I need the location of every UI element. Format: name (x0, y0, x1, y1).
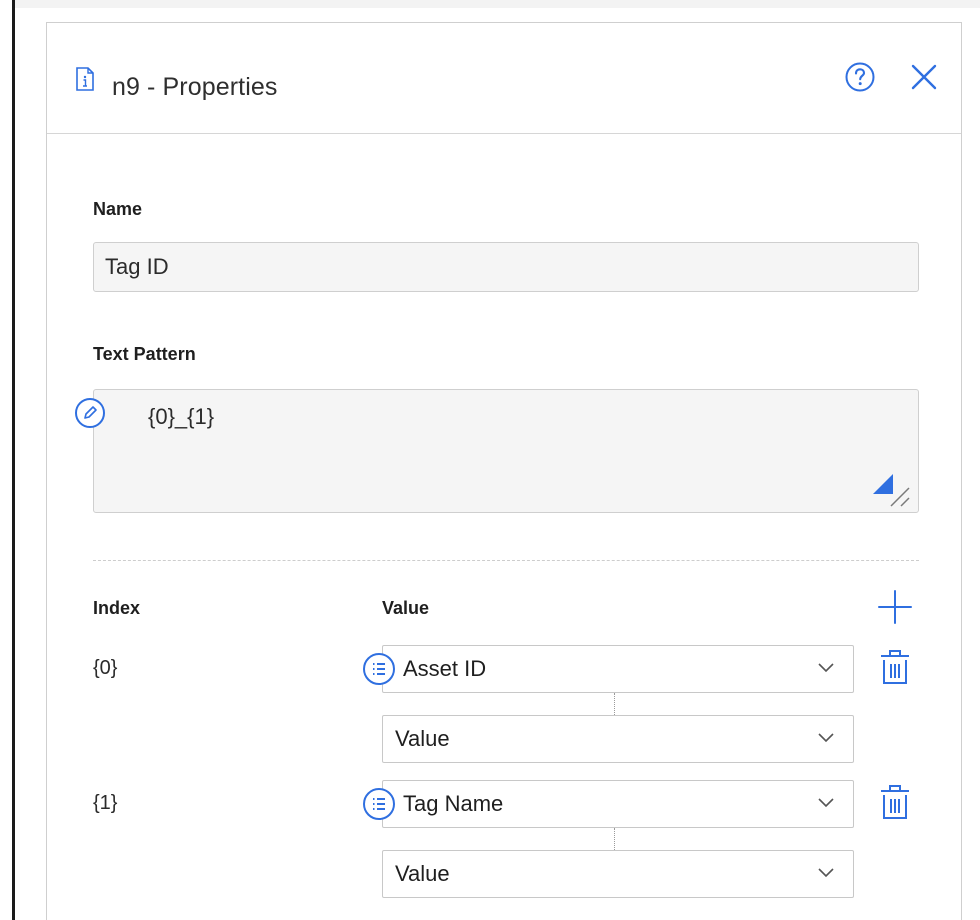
name-input[interactable] (93, 242, 919, 292)
panel-title: n9 - Properties (112, 73, 278, 101)
value-column-header: Value (382, 598, 430, 618)
help-circle-icon[interactable] (844, 61, 876, 93)
subfield-select[interactable]: Value (382, 850, 854, 898)
window-top-bar (15, 0, 980, 8)
row-connector (614, 828, 615, 850)
field-select-value: Tag Name (403, 791, 504, 816)
subfield-select-value: Value (395, 726, 450, 751)
section-divider (93, 560, 919, 561)
subfield-select[interactable]: Value (382, 715, 854, 763)
text-pattern-label: Text Pattern (93, 344, 196, 364)
close-icon[interactable] (908, 61, 940, 93)
subfield-select-value: Value (395, 861, 450, 886)
chevron-down-icon (818, 733, 834, 743)
field-select-value: Asset ID (403, 656, 487, 681)
list-circle-icon[interactable] (362, 787, 396, 821)
properties-panel: n9 - Properties Name Text Pattern {0}_{1… (46, 22, 962, 920)
text-pattern-textarea[interactable] (93, 389, 919, 513)
field-select[interactable]: Asset ID (382, 645, 854, 693)
trash-icon[interactable] (875, 781, 915, 823)
trash-icon[interactable] (875, 646, 915, 688)
window-left-border (12, 0, 15, 920)
resize-handle-icon[interactable] (869, 470, 913, 510)
index-column-header: Index (93, 598, 141, 618)
name-label: Name (93, 199, 143, 219)
text-pattern-value: {0}_{1} (148, 404, 215, 429)
document-info-icon (76, 67, 94, 91)
mapping-index: {1} (93, 792, 118, 814)
chevron-down-icon (818, 798, 834, 808)
chevron-down-icon (818, 663, 834, 673)
field-select[interactable]: Tag Name (382, 780, 854, 828)
mapping-index: {0} (93, 657, 118, 679)
chevron-down-icon (818, 868, 834, 878)
panel-header: n9 - Properties (47, 23, 961, 134)
list-circle-icon[interactable] (362, 652, 396, 686)
pencil-circle-icon[interactable] (74, 397, 106, 429)
row-connector (614, 693, 615, 715)
plus-icon[interactable] (875, 589, 915, 625)
